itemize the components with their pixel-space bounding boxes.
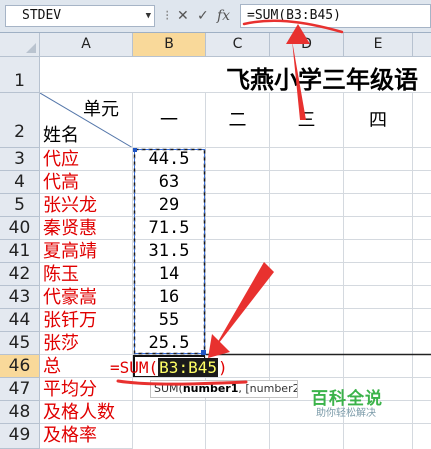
red-annotations [116,19,344,386]
watermark-subtitle: 助你轻松解决 [316,408,376,419]
